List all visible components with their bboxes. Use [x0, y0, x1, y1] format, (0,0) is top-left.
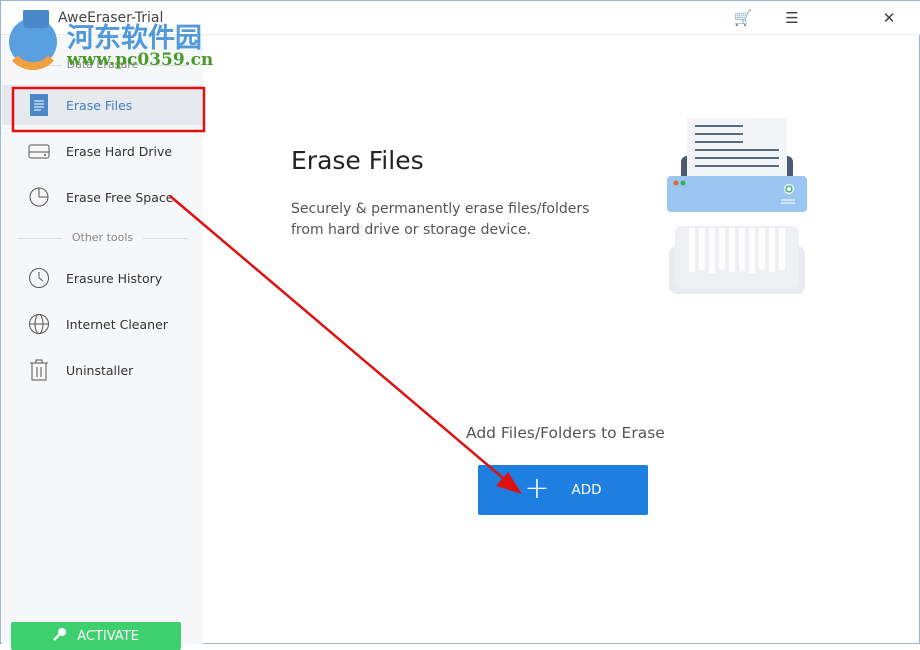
pie-chart-icon [27, 185, 51, 209]
trash-icon [27, 358, 51, 382]
window-title: AweEraser-Trial [58, 10, 164, 26]
hard-drive-icon [27, 139, 51, 163]
menu-icon[interactable]: ☰ [780, 7, 804, 29]
section-data-erasure: Data Erasure [2, 58, 203, 71]
page-title: Erase Files [291, 146, 424, 175]
sidebar-item-erase-files[interactable]: Erase Files [2, 85, 203, 125]
title-bar: AweEraser-Trial 🛒 ☰ ✕ [1, 1, 920, 35]
key-icon [53, 627, 67, 645]
section-other-tools: Other tools [2, 231, 203, 244]
sidebar-item-internet-cleaner[interactable]: Internet Cleaner [2, 304, 203, 344]
add-button[interactable]: + ADD [478, 465, 648, 515]
sidebar-item-erasure-history[interactable]: Erasure History [2, 258, 203, 298]
sidebar-item-erase-free-space[interactable]: Erase Free Space [2, 177, 203, 217]
sidebar: Data Erasure Erase Files Erase Hard Driv… [2, 35, 203, 650]
page-description: Securely & permanently erase files/folde… [291, 201, 590, 238]
app-window: AweEraser-Trial 🛒 ☰ ✕ Data Erasure Erase… [0, 0, 920, 650]
add-prompt: Add Files/Folders to Erase [466, 424, 665, 442]
activate-button[interactable]: ACTIVATE [11, 622, 181, 650]
cart-icon[interactable]: 🛒 [731, 7, 755, 29]
close-icon[interactable]: ✕ [877, 7, 901, 29]
clock-icon [27, 266, 51, 290]
globe-icon [27, 312, 51, 336]
sidebar-item-erase-hard-drive[interactable]: Erase Hard Drive [2, 131, 203, 171]
file-icon [27, 93, 51, 117]
plus-icon: + [524, 470, 550, 506]
sidebar-item-uninstaller[interactable]: Uninstaller [2, 350, 203, 390]
shredder-illustration [667, 118, 807, 294]
